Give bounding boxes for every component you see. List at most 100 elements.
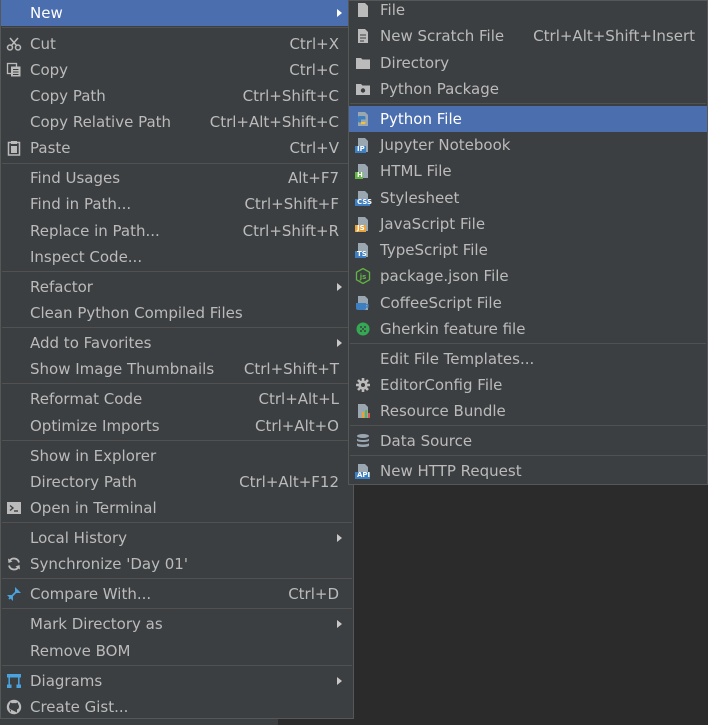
new-submenu: File New Scratch File Ctrl+Alt+Shift+Ins… [348, 0, 708, 485]
menu-item-paste[interactable]: Paste Ctrl+V [1, 135, 353, 161]
file-type-badge: CSS [357, 198, 373, 206]
terminal-icon [6, 500, 22, 516]
file-type-badge: API [357, 471, 371, 479]
submenu-item-directory[interactable]: Directory [349, 50, 707, 76]
css-file-icon: CSS [355, 190, 373, 206]
menu-item-new[interactable]: New [1, 0, 353, 26]
shortcut-label: Ctrl+Shift+C [242, 87, 339, 105]
menu-item-label: Synchronize 'Day 01' [30, 555, 188, 573]
refresh-icon [6, 556, 22, 572]
shortcut-label: Ctrl+C [289, 61, 339, 79]
shortcut-label: Ctrl+Shift+T [243, 360, 339, 378]
file-type-badge: IP [357, 145, 365, 153]
shortcut-label: Ctrl+V [289, 139, 339, 157]
menu-item-copy-path[interactable]: Copy Path Ctrl+Shift+C [1, 83, 353, 109]
separator [2, 440, 352, 441]
submenu-item-data-source[interactable]: Data Source [349, 428, 707, 454]
file-type-badge: TS [357, 250, 367, 258]
submenu-arrow-icon [337, 534, 342, 542]
compare-arrows-icon [6, 586, 22, 602]
menu-item-clean-python-compiled-files[interactable]: Clean Python Compiled Files [1, 300, 353, 326]
menu-item-replace-in-path[interactable]: Replace in Path... Ctrl+Shift+R [1, 218, 353, 244]
menu-item-label: File [380, 1, 406, 19]
menu-item-create-gist[interactable]: Create Gist... [1, 694, 353, 720]
submenu-item-jupyter-notebook[interactable]: IP Jupyter Notebook [349, 132, 707, 158]
submenu-item-coffeescript-file[interactable]: CoffeeScript File [349, 290, 707, 316]
menu-item-directory-path[interactable]: Directory Path Ctrl+Alt+F12 [1, 469, 353, 495]
menu-item-label: Data Source [380, 432, 473, 450]
separator [2, 522, 352, 523]
menu-item-label: Open in Terminal [30, 499, 157, 517]
menu-item-find-usages[interactable]: Find Usages Alt+F7 [1, 165, 353, 191]
menu-item-add-to-favorites[interactable]: Add to Favorites [1, 330, 353, 356]
submenu-item-python-file[interactable]: Python File [349, 106, 707, 132]
menu-item-synchronize[interactable]: Synchronize 'Day 01' [1, 551, 353, 577]
submenu-item-new-scratch-file[interactable]: New Scratch File Ctrl+Alt+Shift+Insert [349, 23, 707, 49]
menu-item-reformat-code[interactable]: Reformat Code Ctrl+Alt+L [1, 386, 353, 412]
submenu-item-new-http-request[interactable]: API New HTTP Request [349, 458, 707, 484]
submenu-item-package-json-file[interactable]: js package.json File [349, 263, 707, 289]
submenu-arrow-icon [337, 339, 342, 347]
menu-item-label: Create Gist... [30, 698, 129, 716]
submenu-item-edit-file-templates[interactable]: Edit File Templates... [349, 346, 707, 372]
menu-item-label: Copy Path [30, 87, 106, 105]
menu-item-label: TypeScript File [380, 241, 488, 259]
svg-text:js: js [359, 273, 367, 281]
shortcut-label: Ctrl+Shift+R [242, 222, 339, 240]
menu-item-label: Edit File Templates... [380, 350, 535, 368]
shortcut-label: Ctrl+Alt+Shift+Insert [533, 27, 695, 45]
html-file-icon: H [355, 163, 371, 179]
submenu-item-editorconfig-file[interactable]: EditorConfig File [349, 372, 707, 398]
shortcut-label: Ctrl+D [288, 585, 339, 603]
github-icon [6, 699, 22, 715]
separator [2, 608, 352, 609]
menu-item-label: Find in Path... [30, 195, 132, 213]
menu-item-label: Compare With... [30, 585, 152, 603]
coffee-cup-icon [355, 295, 371, 311]
submenu-item-gherkin-feature-file[interactable]: Gherkin feature file [349, 316, 707, 342]
clipboard-icon [6, 140, 22, 156]
menu-item-local-history[interactable]: Local History [1, 525, 353, 551]
menu-item-label: Remove BOM [30, 642, 131, 660]
submenu-item-html-file[interactable]: H HTML File [349, 158, 707, 184]
shortcut-label: Ctrl+Alt+F12 [239, 473, 339, 491]
menu-item-inspect-code[interactable]: Inspect Code... [1, 244, 353, 270]
shortcut-label: Ctrl+Alt+O [255, 417, 339, 435]
menu-item-refactor[interactable]: Refactor [1, 274, 353, 300]
menu-item-show-image-thumbnails[interactable]: Show Image Thumbnails Ctrl+Shift+T [1, 356, 353, 382]
menu-item-cut[interactable]: Cut Ctrl+X [1, 31, 353, 57]
menu-item-label: Copy Relative Path [30, 113, 172, 131]
menu-item-label: Gherkin feature file [380, 320, 526, 338]
submenu-arrow-icon [337, 620, 342, 628]
menu-item-label: Directory [380, 54, 450, 72]
menu-item-label: Show Image Thumbnails [30, 360, 215, 378]
submenu-item-file[interactable]: File [349, 0, 707, 23]
separator [350, 343, 706, 344]
menu-item-copy-relative-path[interactable]: Copy Relative Path Ctrl+Alt+Shift+C [1, 109, 353, 135]
menu-item-label: Show in Explorer [30, 447, 157, 465]
jupyter-notebook-icon: IP [355, 137, 371, 153]
database-icon [355, 433, 371, 449]
submenu-item-resource-bundle[interactable]: Resource Bundle [349, 398, 707, 424]
submenu-arrow-icon [337, 283, 342, 291]
submenu-arrow-icon [337, 9, 342, 17]
submenu-item-stylesheet[interactable]: CSS Stylesheet [349, 185, 707, 211]
menu-item-compare-with[interactable]: Compare With... Ctrl+D [1, 581, 353, 607]
menu-item-copy[interactable]: Copy Ctrl+C [1, 57, 353, 83]
scissors-icon [6, 36, 22, 52]
menu-item-optimize-imports[interactable]: Optimize Imports Ctrl+Alt+O [1, 413, 353, 439]
menu-item-find-in-path[interactable]: Find in Path... Ctrl+Shift+F [1, 191, 353, 217]
separator [2, 27, 352, 28]
menu-item-mark-directory-as[interactable]: Mark Directory as [1, 611, 353, 637]
menu-item-open-in-terminal[interactable]: Open in Terminal [1, 495, 353, 521]
menu-item-remove-bom[interactable]: Remove BOM [1, 638, 353, 664]
menu-item-label: Python Package [380, 80, 499, 98]
submenu-item-python-package[interactable]: Python Package [349, 76, 707, 102]
menu-item-label: Clean Python Compiled Files [30, 304, 243, 322]
separator [350, 425, 706, 426]
menu-item-show-in-explorer[interactable]: Show in Explorer [1, 443, 353, 469]
menu-item-label: New HTTP Request [380, 462, 522, 480]
submenu-item-javascript-file[interactable]: JS JavaScript File [349, 211, 707, 237]
submenu-item-typescript-file[interactable]: TS TypeScript File [349, 237, 707, 263]
menu-item-diagrams[interactable]: Diagrams [1, 668, 353, 694]
